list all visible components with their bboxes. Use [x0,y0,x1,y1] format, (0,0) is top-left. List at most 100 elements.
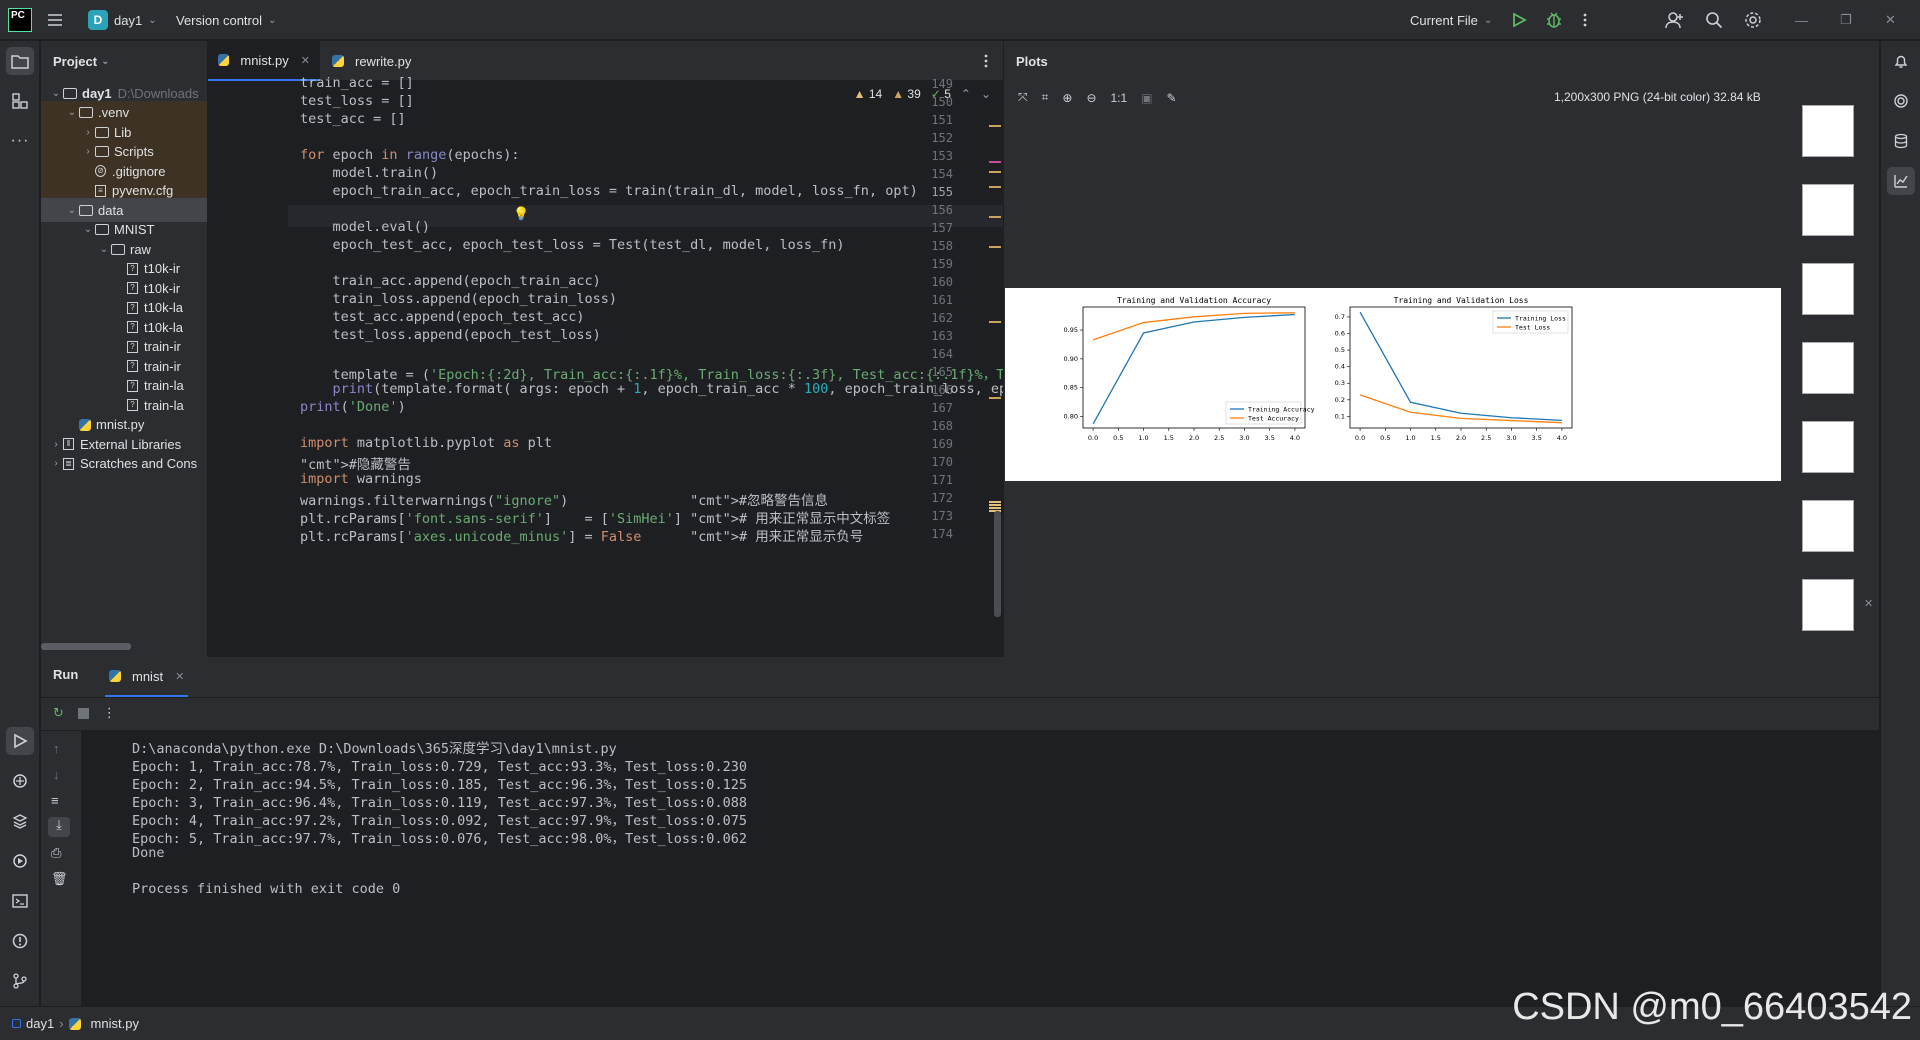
chevron-right-icon[interactable]: › [49,458,63,469]
zoom-in-icon[interactable]: ⊕ [1062,91,1072,105]
more-actions-button[interactable] [1582,0,1588,40]
project-panel-header[interactable]: Project ⌄ [41,41,207,81]
stripe-mark[interactable] [989,161,1001,163]
project-tool-button[interactable] [6,47,34,75]
crumb-file[interactable]: mnist.py [91,1016,139,1031]
settings-button[interactable] [1744,0,1762,40]
code-with-me-button[interactable] [1665,0,1685,40]
chevron-down-icon[interactable]: ⌄ [65,107,79,118]
layers-tool-button[interactable] [6,807,34,835]
stripe-mark[interactable] [989,397,1001,399]
plots-header: Plots [1004,41,1879,81]
y-tick-label: 0.2 [1335,396,1345,404]
stripe-mark[interactable] [989,246,1001,248]
minimize-button[interactable]: — [1795,0,1808,40]
line-number: 152 [931,131,953,145]
plot-thumbnail[interactable] [1802,105,1854,157]
console-line: Epoch: 1, Train_acc:78.7%, Train_loss:0.… [132,759,747,775]
ai-assistant-button[interactable] [1887,87,1915,115]
plot-thumbnail[interactable] [1802,579,1854,631]
close-tab-icon[interactable]: ✕ [301,54,310,67]
color-picker-icon[interactable]: ✎ [1167,91,1177,105]
run-config-tab-label: mnist [132,668,164,684]
lightbulb-icon[interactable]: 💡 [513,206,529,222]
services-tool-button[interactable] [6,847,34,875]
x-tick-label: 2.0 [1456,434,1466,442]
database-button[interactable] [1887,127,1915,155]
plot-thumbnail[interactable] [1802,500,1854,552]
print-icon[interactable]: ⎙ [51,845,61,861]
trash-icon[interactable]: 🗑 [51,871,68,887]
y-tick-label: 0.3 [1335,379,1345,387]
soft-wrap-icon[interactable]: ≡ [51,793,59,808]
restore-button[interactable]: ❐ [1840,0,1852,40]
vertical-scrollbar[interactable] [994,511,1001,617]
search-everywhere-button[interactable] [1705,0,1723,40]
tree-item-label: Scripts [114,144,154,159]
chevron-down-icon[interactable]: ⌄ [97,244,111,255]
stripe-mark[interactable] [989,171,1001,173]
stripe-mark[interactable] [989,125,1001,127]
project-switcher[interactable]: D day1 ⌄ [88,0,157,40]
x-tick-label: 0.5 [1113,434,1123,442]
plot-thumbnail[interactable] [1802,342,1854,394]
stop-icon[interactable] [77,707,89,719]
run-tool-button[interactable] [6,727,34,755]
terminal-tool-button[interactable] [6,887,34,915]
git-tool-button[interactable] [6,967,34,995]
debug-button[interactable] [1545,0,1563,40]
zoom-out-icon[interactable]: ⊖ [1086,91,1096,105]
plot-thumbnail[interactable] [1802,184,1854,236]
chevron-right-icon[interactable]: › [81,127,95,138]
stripe-mark[interactable] [989,321,1001,323]
rerun-icon[interactable]: ↻ [53,705,64,721]
problems-tool-button[interactable] [6,927,34,955]
y-tick-label: 0.4 [1335,363,1345,371]
run-config-selector[interactable]: Current File ⌄ [1410,0,1492,40]
stripe-mark[interactable] [989,216,1001,218]
run-button[interactable] [1511,0,1527,40]
title-bar: PC D day1 ⌄ Version control ⌄ Current Fi… [0,0,1920,40]
chevron-down-icon[interactable]: ⌄ [81,224,95,235]
scratch-icon: ≣ [63,457,74,470]
vertical-dots-icon[interactable]: ⋮ [103,705,116,721]
python-packages-button[interactable] [6,767,34,795]
up-arrow-icon[interactable]: ↑ [53,741,60,756]
folder-icon [79,204,93,216]
stripe-mark[interactable] [989,186,1001,188]
horizontal-scrollbar[interactable] [41,643,131,650]
previous-highlight-icon[interactable]: ⌃ [961,87,971,101]
plot-thumbnail[interactable] [1802,263,1854,315]
plots-tool-button[interactable] [1887,167,1915,195]
close-window-button[interactable]: ✕ [1885,0,1896,40]
scroll-to-end-icon[interactable]: ⤓ [48,817,70,837]
chevron-down-icon[interactable]: ⌄ [49,88,63,99]
next-highlight-icon[interactable]: ⌄ [981,87,991,101]
vertical-dots-icon [1583,13,1587,27]
structure-tool-button[interactable] [6,87,34,115]
chevron-right-icon[interactable]: › [49,439,63,450]
vcs-menu[interactable]: Version control ⌄ [176,0,276,40]
crop-icon[interactable]: ⌗ [1042,90,1049,105]
tree-item-scratches-and-cons[interactable]: › ≣ Scratches and Cons [41,452,207,476]
actual-size-button[interactable]: 1:1 [1111,91,1128,105]
fit-icon[interactable]: ⤧ [1018,90,1028,105]
plot-thumbnail[interactable] [1802,421,1854,473]
chevron-down-icon[interactable]: ⌄ [65,205,79,216]
close-tab-icon[interactable]: ✕ [175,670,184,683]
unknown-file-icon: ? [127,301,138,314]
main-menu-button[interactable] [46,0,64,40]
chevron-right-icon[interactable]: › [81,146,95,157]
code-line: plt.rcParams['font.sans-serif'] = ['SimH… [300,511,891,527]
folder-icon [95,224,109,235]
tree-item-label: t10k-ir [144,280,181,296]
image-icon[interactable]: ▣ [1141,91,1152,105]
close-plot-icon[interactable]: ✕ [1864,597,1873,610]
down-arrow-icon[interactable]: ↓ [53,767,60,782]
notifications-button[interactable] [1887,47,1915,75]
crumb-project[interactable]: day1 [26,1016,54,1031]
app-logo[interactable]: PC [8,0,32,40]
more-tools-button[interactable]: ··· [6,127,34,155]
tab-run-mnist[interactable]: mnist ✕ [105,657,189,697]
tab-options-button[interactable] [983,53,989,69]
